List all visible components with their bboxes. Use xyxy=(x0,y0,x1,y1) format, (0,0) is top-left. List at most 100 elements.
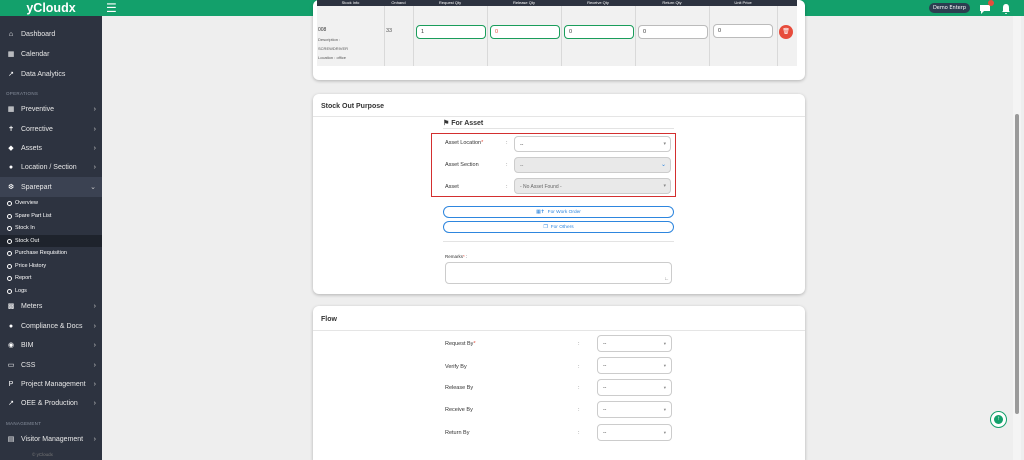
sidebar-subitem-spare-part-list[interactable]: Spare Part List xyxy=(0,210,102,222)
sidebar-item-compliance-docs[interactable]: ● Compliance & Docs › xyxy=(0,316,102,336)
subitem-label: Logs xyxy=(15,288,27,294)
unit-price-input[interactable]: 0 xyxy=(713,24,773,38)
section-divider xyxy=(443,241,674,242)
colon-separator: : xyxy=(506,184,508,190)
sidebar-item-bim[interactable]: ◉ BIM › xyxy=(0,335,102,355)
select-value: -- xyxy=(603,430,607,436)
scroll-to-top-button[interactable]: ↑ xyxy=(990,411,1007,428)
column-divider xyxy=(413,6,414,66)
colon-separator: : xyxy=(578,430,580,436)
select-value: -- xyxy=(603,363,607,369)
circle-icon xyxy=(7,200,12,206)
request-qty-input[interactable]: 1 xyxy=(416,25,486,39)
sidebar-item-label: Corrective xyxy=(21,125,53,133)
menu-toggle-icon[interactable]: ☰ xyxy=(106,0,117,16)
column-divider xyxy=(777,6,778,66)
sidebar-subitem-overview[interactable]: Overview xyxy=(0,197,102,209)
sidebar-item-preventive[interactable]: ▦ Preventive › xyxy=(0,99,102,119)
select-value: - No Asset Found - xyxy=(520,184,562,190)
brand-logo[interactable]: yCloudx xyxy=(0,0,102,16)
tag-icon: ⚑ xyxy=(443,120,450,127)
release-qty-input[interactable]: 0 xyxy=(490,25,560,39)
chevron-right-icon: › xyxy=(93,144,96,152)
sidebar-item-data-analytics[interactable]: ↗ Data Analytics xyxy=(0,64,102,84)
chart-line-icon: ↗ xyxy=(8,400,14,407)
return-by-label: Return By xyxy=(445,430,470,436)
monitor-icon: ▭ xyxy=(7,362,15,369)
column-divider xyxy=(709,6,710,66)
asset-section-select[interactable]: -- ⌄ xyxy=(514,157,671,173)
company-badge[interactable]: Demo Enterp xyxy=(928,3,970,13)
top-right-tools: Demo Enterp xyxy=(928,0,1014,14)
resize-handle-icon[interactable]: ∟ xyxy=(664,276,669,282)
column-header-receive-qty: Receive Qty xyxy=(587,0,609,5)
sidebar-item-dashboard[interactable]: ⌂ Dashboard xyxy=(0,24,102,44)
sparepart-icon: ❆ xyxy=(8,184,14,191)
subitem-label: Spare Part List xyxy=(15,213,52,219)
select-value: -- xyxy=(603,407,607,413)
chevron-down-icon: ▾ xyxy=(663,141,666,147)
stock-code: 008 xyxy=(318,27,327,33)
tag-icon: ◆ xyxy=(8,145,14,152)
sidebar-subitem-stock-out[interactable]: Stock Out xyxy=(0,235,102,247)
message-icon[interactable] xyxy=(978,0,994,14)
sidebar-item-project-management[interactable]: P Project Management › xyxy=(0,374,102,394)
sidebar-item-corrective[interactable]: ✝ Corrective › xyxy=(0,119,102,139)
project-icon: P xyxy=(8,380,14,388)
colon-separator: : xyxy=(506,162,508,168)
subitem-label: Price History xyxy=(15,263,47,269)
chevron-right-icon: › xyxy=(93,399,96,407)
sidebar-subitem-purchase-requisition[interactable]: Purchase Requisition xyxy=(0,247,102,259)
chevron-down-icon: ▾ xyxy=(663,430,666,435)
colon-separator: : xyxy=(578,407,580,413)
chevron-down-icon: ▾ xyxy=(663,385,666,390)
asset-section-label: Asset Section xyxy=(445,162,479,168)
sidebar-item-sparepart[interactable]: ❆ Sparepart ⌄ xyxy=(0,177,102,197)
sidebar-item-label: Data Analytics xyxy=(21,70,66,78)
select-value: -- xyxy=(520,142,524,148)
return-qty-input[interactable]: 0 xyxy=(638,25,708,39)
column-divider xyxy=(384,6,385,66)
sidebar-subitem-price-history[interactable]: Price History xyxy=(0,260,102,272)
chevron-right-icon: › xyxy=(93,125,96,133)
button-label: For Others xyxy=(550,224,574,230)
column-header-unit-price: Unit Price xyxy=(734,0,752,5)
sidebar-item-meters[interactable]: ▩ Meters › xyxy=(0,296,102,316)
for-work-order-button[interactable]: ▦✝ For Work Order xyxy=(443,206,674,218)
select-value: -- xyxy=(603,341,607,347)
select-value: -- xyxy=(520,163,524,169)
sidebar-subitem-stock-in[interactable]: Stock In xyxy=(0,222,102,234)
remarks-textarea[interactable]: ∟ xyxy=(445,262,672,284)
circle-icon xyxy=(7,250,12,256)
page-scrollbar-thumb[interactable] xyxy=(1015,114,1019,414)
sidebar-item-oee-production[interactable]: ↗ OEE & Production › xyxy=(0,393,102,413)
release-by-select[interactable]: -- ▾ xyxy=(597,379,672,396)
chevron-down-icon: ⌄ xyxy=(90,184,96,191)
delete-row-button[interactable]: 🗑 xyxy=(779,25,793,39)
bell-icon[interactable] xyxy=(1000,2,1014,14)
remarks-label: Remarks* : xyxy=(445,254,468,259)
sidebar-subitem-report[interactable]: Report xyxy=(0,272,102,284)
sidebar-item-visitor-management[interactable]: ▤ Visitor Management › xyxy=(0,429,102,449)
receive-qty-input[interactable]: 0 xyxy=(564,25,634,39)
asset-location-label: Asset Location* xyxy=(445,140,484,146)
verify-by-select[interactable]: -- ▾ xyxy=(597,357,672,374)
return-by-select[interactable]: -- ▾ xyxy=(597,424,672,441)
sidebar-item-css[interactable]: ▭ CSS › xyxy=(0,355,102,375)
asset-location-select[interactable]: -- ▾ xyxy=(514,136,671,152)
receive-by-select[interactable]: -- ▾ xyxy=(597,401,672,418)
onhand-value: 33 xyxy=(386,28,393,34)
subitem-label: Stock Out xyxy=(15,238,40,244)
home-icon: ⌂ xyxy=(8,30,14,38)
asset-select[interactable]: - No Asset Found - ▾ xyxy=(514,178,671,194)
circle-icon: ● xyxy=(8,322,14,330)
request-by-select[interactable]: -- ▾ xyxy=(597,335,672,352)
sidebar-item-calendar[interactable]: ▦ Calendar xyxy=(0,44,102,64)
for-others-button[interactable]: ❐ For Others xyxy=(443,221,674,233)
sidebar-item-location-section[interactable]: ● Location / Section › xyxy=(0,157,102,177)
flow-card: Flow xyxy=(313,306,805,460)
sidebar-item-assets[interactable]: ◆ Assets › xyxy=(0,138,102,158)
stock-description-label: Description : xyxy=(318,37,341,42)
release-by-label: Release By xyxy=(445,385,474,391)
location-icon: ● xyxy=(8,163,14,171)
